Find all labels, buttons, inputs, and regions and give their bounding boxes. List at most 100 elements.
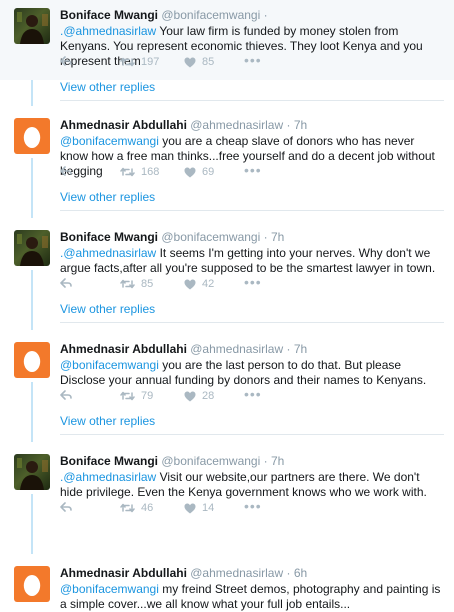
tweet: Ahmednasir Abdullahi @ahmednasirlaw · 7h… [0,110,454,215]
tweet-header: Boniface Mwangi @bonifacemwangi · 7h [60,230,284,244]
author-handle[interactable]: @bonifacemwangi [161,8,260,22]
tweet-timestamp[interactable]: 7h [271,230,284,244]
like-button[interactable]: 28 [184,390,214,402]
separator [60,210,444,211]
like-count: 42 [202,278,215,290]
retweet-button[interactable]: 85 [120,278,153,290]
tweet-actions: 79 28 ••• [60,387,320,404]
reply-arrow-icon [60,166,72,176]
time-separator: · [283,118,294,132]
avatar[interactable] [14,230,50,266]
author-handle[interactable]: @bonifacemwangi [161,454,260,468]
retweet-icon [120,503,135,513]
heart-icon [184,279,196,289]
mention-link[interactable]: @bonifacemwangi [60,134,159,148]
author-name[interactable]: Ahmednasir Abdullahi [60,118,187,132]
reply-button[interactable] [60,56,72,66]
avatar[interactable] [14,342,50,378]
time-separator: · [283,566,294,580]
mention-link[interactable]: .@ahmednasirlaw [60,24,156,38]
like-button[interactable]: 85 [184,56,214,68]
tweet-header: Ahmednasir Abdullahi @ahmednasirlaw · 6h [60,566,307,580]
tweet-text: .@ahmednasirlaw It seems I'm getting int… [60,246,444,276]
author-handle[interactable]: @bonifacemwangi [161,230,260,244]
retweet-button[interactable]: 46 [120,502,153,514]
tweet-timestamp[interactable]: 6h [294,566,307,580]
tweet-actions: 85 42 ••• [60,275,320,292]
view-other-replies-link[interactable]: View other replies [60,302,155,316]
like-button[interactable]: 42 [184,278,214,290]
author-handle[interactable]: @ahmednasirlaw [190,342,283,356]
time-separator: · [283,342,294,356]
retweet-button[interactable]: 168 [120,166,159,178]
author-name[interactable]: Boniface Mwangi [60,230,158,244]
heart-icon [184,391,196,401]
retweet-button[interactable]: 79 [120,390,153,402]
like-count: 14 [202,502,215,514]
tweet-header: Ahmednasir Abdullahi @ahmednasirlaw · 7h [60,118,307,132]
more-dots-icon[interactable]: ••• [244,499,262,513]
reply-arrow-icon [60,502,72,512]
reply-button[interactable] [60,166,72,176]
like-button[interactable]: 14 [184,502,214,514]
tweet: Boniface Mwangi @bonifacemwangi · 7h .@ah… [0,446,454,526]
mention-link[interactable]: .@ahmednasirlaw [60,246,156,260]
tweet-header: Boniface Mwangi @bonifacemwangi · 7h [60,454,284,468]
reply-button[interactable] [60,390,72,400]
reply-arrow-icon [60,278,72,288]
time-separator: · [260,230,271,244]
reply-button[interactable] [60,502,72,512]
retweet-count: 197 [141,56,160,68]
time-separator: · [260,8,268,22]
heart-icon [184,57,196,67]
egg-avatar-icon [23,575,41,596]
author-name[interactable]: Boniface Mwangi [60,454,158,468]
mention-link[interactable]: .@ahmednasirlaw [60,470,156,484]
author-name[interactable]: Ahmednasir Abdullahi [60,566,187,580]
more-dots-icon[interactable]: ••• [244,53,262,67]
egg-avatar-icon [23,351,41,372]
tweet: Ahmednasir Abdullahi @ahmednasirlaw · 7h… [0,334,454,439]
mention-link[interactable]: @bonifacemwangi [60,358,159,372]
separator [60,434,444,435]
tweet-actions: 46 14 ••• [60,499,320,516]
avatar[interactable] [14,566,50,602]
avatar[interactable] [14,454,50,490]
profile-photo-icon [17,12,48,44]
heart-icon [184,503,196,513]
author-name[interactable]: Ahmednasir Abdullahi [60,342,187,356]
like-count: 69 [202,166,215,178]
mention-link[interactable]: @bonifacemwangi [60,582,159,596]
retweet-button[interactable]: 197 [120,56,159,68]
retweet-count: 79 [141,390,154,402]
time-separator: · [260,454,271,468]
tweet-timestamp[interactable]: 7h [294,342,307,356]
avatar[interactable] [14,118,50,154]
author-handle[interactable]: @ahmednasirlaw [190,566,283,580]
view-other-replies-link[interactable]: View other replies [60,414,155,428]
heart-icon [184,167,196,177]
tweet-actions: 197 85 ••• [60,53,320,70]
view-other-replies-link[interactable]: View other replies [60,190,155,204]
tweet-text: .@ahmednasirlaw Visit our website,our pa… [60,470,444,500]
author-handle[interactable]: @ahmednasirlaw [190,118,283,132]
author-name[interactable]: Boniface Mwangi [60,8,158,22]
more-dots-icon[interactable]: ••• [244,275,262,289]
retweet-count: 46 [141,502,154,514]
tweet-actions: 168 69 ••• [60,163,320,180]
retweet-icon [120,167,135,177]
reply-button[interactable] [60,278,72,288]
retweet-count: 85 [141,278,154,290]
tweet-text: @bonifacemwangi you are the last person … [60,358,444,388]
tweet-timestamp[interactable]: 7h [294,118,307,132]
tweet-timestamp[interactable]: 7h [271,454,284,468]
tweet-text: @bonifacemwangi my freind Street demos, … [60,582,444,612]
like-button[interactable]: 69 [184,166,214,178]
retweet-count: 168 [141,166,160,178]
more-dots-icon[interactable]: ••• [244,163,262,177]
egg-avatar-icon [23,127,41,148]
more-dots-icon[interactable]: ••• [244,387,262,401]
view-other-replies-link[interactable]: View other replies [60,80,155,94]
tweet: Boniface Mwangi @bonifacemwangi · .@ahme… [0,0,454,101]
avatar[interactable] [14,8,50,44]
